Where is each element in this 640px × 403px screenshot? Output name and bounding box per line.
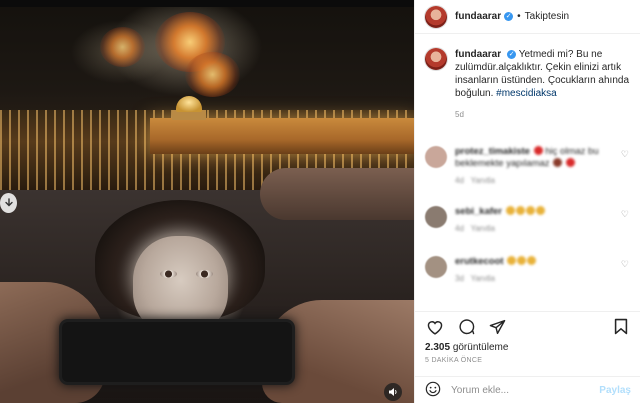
speaker-icon[interactable] xyxy=(384,383,402,401)
illuminated-wall xyxy=(150,118,414,154)
comment-text: erutkecoot xyxy=(455,256,620,268)
paper-plane-icon[interactable] xyxy=(487,317,507,337)
share-comment-button[interactable]: Paylaş xyxy=(599,385,631,396)
reply-button[interactable]: Yanıtla xyxy=(471,274,495,283)
child-eye xyxy=(160,270,177,278)
avatar[interactable] xyxy=(425,48,447,70)
emoji-icon xyxy=(535,206,545,215)
comment-item: protez_timakiste hiç olmaz bu beklemekte… xyxy=(415,146,640,185)
comment-age: 3d xyxy=(455,274,464,283)
follow-status-button[interactable]: Takiptesin xyxy=(525,11,569,22)
hashtag-link[interactable]: #mescidiaksa xyxy=(496,88,557,99)
emoji-icon xyxy=(517,256,527,265)
emoji-icon xyxy=(533,146,543,155)
username-link[interactable]: fundaarar xyxy=(455,11,501,22)
hand-overlay xyxy=(260,168,414,220)
comment-text: protez_timakiste hiç olmaz bu beklemekte… xyxy=(455,146,620,170)
comment-meta: 4d Yanıtla xyxy=(455,176,620,185)
heart-icon[interactable]: ♡ xyxy=(621,149,629,160)
comment-age: 4d xyxy=(455,224,464,233)
post-caption: fundaarar ✓ Yetmedi mi? Bu ne zulümdür.al… xyxy=(415,34,640,100)
post-header: fundaarar ✓ • Takiptesin xyxy=(415,0,640,34)
add-comment-bar: Paylaş xyxy=(415,376,640,403)
emoji-icon xyxy=(565,158,575,167)
comment-body: protez_timakiste hiç olmaz bu beklemekte… xyxy=(455,146,620,185)
view-count: 2.305 görüntüleme xyxy=(425,342,508,353)
post-side-panel: fundaarar ✓ • Takiptesin fundaarar ✓ Yetm… xyxy=(414,0,640,403)
emoji-icon xyxy=(527,256,537,265)
post-action-bar xyxy=(415,311,640,341)
download-icon[interactable] xyxy=(0,193,17,213)
reply-button[interactable]: Yanıtla xyxy=(471,176,495,185)
avatar[interactable] xyxy=(425,256,447,278)
avatar[interactable] xyxy=(425,206,447,228)
avatar[interactable] xyxy=(425,146,447,168)
comment-item: sebi_kafer 4d Yanıtla ♡ xyxy=(415,206,640,233)
comment-text: sebi_kafer xyxy=(455,206,620,218)
reply-button[interactable]: Yanıtla xyxy=(471,224,495,233)
fire-glow xyxy=(100,27,145,67)
comment-username[interactable]: sebi_kafer xyxy=(455,206,502,217)
bookmark-icon[interactable] xyxy=(611,317,631,337)
heart-icon[interactable]: ♡ xyxy=(621,259,629,270)
separator-dot: • xyxy=(517,11,521,22)
child-face xyxy=(133,236,228,334)
media-top-strip xyxy=(0,0,414,7)
fire-glow xyxy=(185,52,240,97)
verified-badge-icon: ✓ xyxy=(504,12,514,21)
comment-age: 4d xyxy=(455,176,464,185)
heart-icon[interactable] xyxy=(425,317,445,337)
avatar[interactable] xyxy=(425,5,447,28)
comment-username[interactable]: erutkecoot xyxy=(455,256,504,267)
comment-item: erutkecoot 3d Yanıtla ♡ xyxy=(415,256,640,283)
child-eye xyxy=(196,270,213,278)
caption-body: fundaarar ✓ Yetmedi mi? Bu ne zulümdür.al… xyxy=(455,48,630,100)
comment-username[interactable]: protez_timakiste xyxy=(455,146,530,157)
censor-blur-block xyxy=(62,322,292,382)
heart-icon[interactable]: ♡ xyxy=(621,209,629,220)
caption-username[interactable]: fundaarar xyxy=(455,49,501,60)
verified-badge-icon: ✓ xyxy=(507,49,517,59)
view-count-number: 2.305 xyxy=(425,342,451,353)
view-count-label: görüntüleme xyxy=(452,342,509,353)
comment-text-part: beklemekte yapılamaz xyxy=(455,158,550,169)
comment-input[interactable] xyxy=(451,384,591,396)
post-time-ago: 5 DAKİKA ÖNCE xyxy=(425,357,483,364)
emoji-icon xyxy=(525,206,535,215)
comment-meta: 4d Yanıtla xyxy=(455,224,620,233)
post-media[interactable] xyxy=(0,0,414,403)
emoji-icon xyxy=(515,206,525,215)
comment-body: sebi_kafer 4d Yanıtla xyxy=(455,206,620,233)
emoji-icon xyxy=(553,158,563,167)
comment-body: erutkecoot 3d Yanıtla xyxy=(455,256,620,283)
comment-meta: 3d Yanıtla xyxy=(455,274,620,283)
emoji-icon xyxy=(507,256,517,265)
smiley-icon[interactable] xyxy=(425,381,441,400)
comment-bubble-icon[interactable] xyxy=(456,317,476,337)
caption-age: 5d xyxy=(455,110,464,119)
emoji-icon xyxy=(505,206,515,215)
comment-text-part: hiç olmaz bu xyxy=(545,146,599,157)
